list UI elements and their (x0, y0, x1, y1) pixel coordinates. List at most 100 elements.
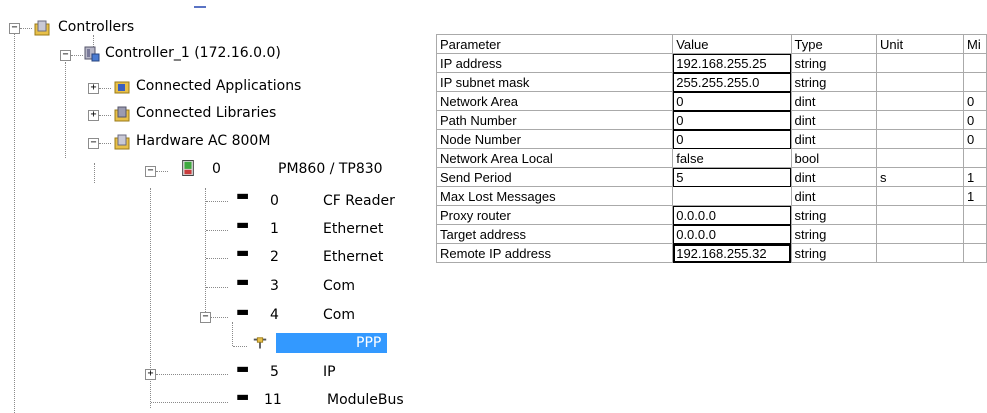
column-header-type[interactable]: Type (790, 34, 877, 54)
tree-item-ethernet-2[interactable]: Ethernet (323, 249, 383, 265)
param-unit (875, 110, 965, 130)
column-header-unit[interactable]: Unit (875, 34, 965, 54)
table-row[interactable]: Path Number 0 dint 0 (435, 110, 987, 130)
tree-line (232, 322, 233, 346)
param-value[interactable]: 0.0.0.0 (672, 224, 792, 244)
param-type: dint (790, 167, 877, 187)
param-name: Target address (435, 224, 674, 244)
tree-line (94, 163, 95, 183)
column-header-min[interactable]: Mi (963, 34, 987, 54)
column-header-parameter[interactable]: Parameter (435, 34, 674, 54)
param-type: string (790, 224, 877, 244)
table-row[interactable]: Node Number 0 dint 0 (435, 129, 987, 149)
param-min: 0 (963, 91, 987, 111)
param-unit (875, 186, 965, 206)
param-value[interactable]: false (672, 148, 792, 168)
tree-item-pos: 1 (270, 221, 279, 237)
param-min (963, 224, 987, 244)
table-row[interactable]: Network Area Local false bool (435, 148, 987, 168)
tree-line (205, 188, 206, 318)
table-row[interactable]: IP subnet mask 255.255.255.0 string (435, 72, 987, 92)
param-unit (875, 243, 965, 263)
param-min: 0 (963, 110, 987, 130)
collapse-toggle[interactable]: − (9, 23, 20, 34)
param-name: Network Area Local (435, 148, 674, 168)
tree-item-ethernet-1[interactable]: Ethernet (323, 221, 383, 237)
tree-item-ppp-selected[interactable]: PPP (276, 333, 388, 353)
param-type: string (790, 243, 877, 263)
param-name: Max Lost Messages (435, 186, 674, 206)
table-row[interactable]: Network Area 0 dint 0 (435, 91, 987, 111)
tree-line (65, 62, 66, 158)
project-tree[interactable]: − Controllers − Controller_1 (172.16.0.0… (0, 0, 430, 413)
param-value[interactable]: 0 (672, 91, 792, 111)
tree-item-pos: 0 (212, 161, 221, 177)
table-row[interactable]: Send Period 5 dint s 1 (435, 167, 987, 187)
param-name: IP subnet mask (435, 72, 674, 92)
tree-item-com-4[interactable]: Com (323, 307, 355, 323)
connector-icon: ▬ (236, 217, 250, 233)
param-type: dint (790, 186, 877, 206)
controller-label[interactable]: Controller_1 (172.16.0.0) (105, 45, 281, 61)
hardware-icon (114, 134, 130, 150)
param-type: dint (790, 129, 877, 149)
tree-item-pos: 0 (270, 193, 279, 209)
param-min (963, 148, 987, 168)
param-value[interactable]: 0 (672, 129, 792, 149)
expand-toggle[interactable]: + (88, 110, 99, 121)
param-value[interactable]: 192.168.255.25 (672, 53, 792, 73)
param-unit (875, 148, 965, 168)
tree-item-connected-libraries[interactable]: Connected Libraries (136, 105, 276, 121)
param-type: dint (790, 91, 877, 111)
table-row[interactable]: Max Lost Messages dint 1 (435, 186, 987, 206)
connector-icon: ▬ (236, 274, 250, 290)
param-min (963, 72, 987, 92)
param-name: Remote IP address (435, 243, 674, 263)
table-row[interactable]: Remote IP address 192.168.255.32 string (435, 243, 987, 263)
collapse-toggle[interactable]: − (145, 166, 156, 177)
param-name: Proxy router (435, 205, 674, 225)
param-unit (875, 205, 965, 225)
param-name: Network Area (435, 91, 674, 111)
tree-item-modulebus[interactable]: ModuleBus (327, 392, 404, 408)
param-value[interactable] (672, 186, 792, 206)
param-value[interactable]: 255.255.255.0 (672, 72, 792, 92)
tree-item-pos: 4 (270, 307, 279, 323)
expand-toggle[interactable]: + (88, 83, 99, 94)
tree-root-label[interactable]: Controllers (58, 19, 134, 35)
tree-item-com-3[interactable]: Com (323, 278, 355, 294)
param-unit (875, 53, 965, 73)
param-unit (875, 72, 965, 92)
application-icon (114, 81, 130, 94)
expand-toggle[interactable]: + (145, 369, 156, 380)
param-min (963, 205, 987, 225)
param-value-active[interactable]: 192.168.255.32 (672, 243, 792, 263)
ppp-icon (253, 337, 267, 349)
tree-line (14, 30, 15, 413)
param-name: Send Period (435, 167, 674, 187)
collapse-toggle[interactable]: − (60, 50, 71, 61)
connector-icon: ▬ (236, 389, 250, 405)
tree-item-ip[interactable]: IP (323, 364, 336, 380)
param-name: Node Number (435, 129, 674, 149)
param-value[interactable]: 0 (672, 110, 792, 130)
param-min (963, 53, 987, 73)
connector-icon: ▬ (236, 245, 250, 261)
param-name: IP address (435, 53, 674, 73)
table-row[interactable]: Proxy router 0.0.0.0 string (435, 205, 987, 225)
tree-item-cf-reader[interactable]: CF Reader (323, 193, 395, 209)
param-type: string (790, 53, 877, 73)
tree-item-hardware[interactable]: Hardware AC 800M (136, 133, 270, 149)
collapse-toggle[interactable]: − (88, 138, 99, 149)
collapse-toggle[interactable]: − (200, 312, 211, 323)
tree-item-pos: 3 (270, 278, 279, 294)
column-header-value[interactable]: Value (672, 34, 792, 54)
param-value[interactable]: 0.0.0.0 (672, 205, 792, 225)
table-row[interactable]: Target address 0.0.0.0 string (435, 224, 987, 244)
table-row[interactable]: IP address 192.168.255.25 string (435, 53, 987, 73)
param-value[interactable]: 5 (672, 167, 792, 187)
tree-item-pos: 5 (270, 364, 279, 380)
tree-item-cpu[interactable]: PM860 / TP830 (278, 161, 383, 177)
parameter-grid: Parameter Value Type Unit Mi IP address … (435, 34, 987, 263)
tree-item-connected-applications[interactable]: Connected Applications (136, 78, 301, 94)
